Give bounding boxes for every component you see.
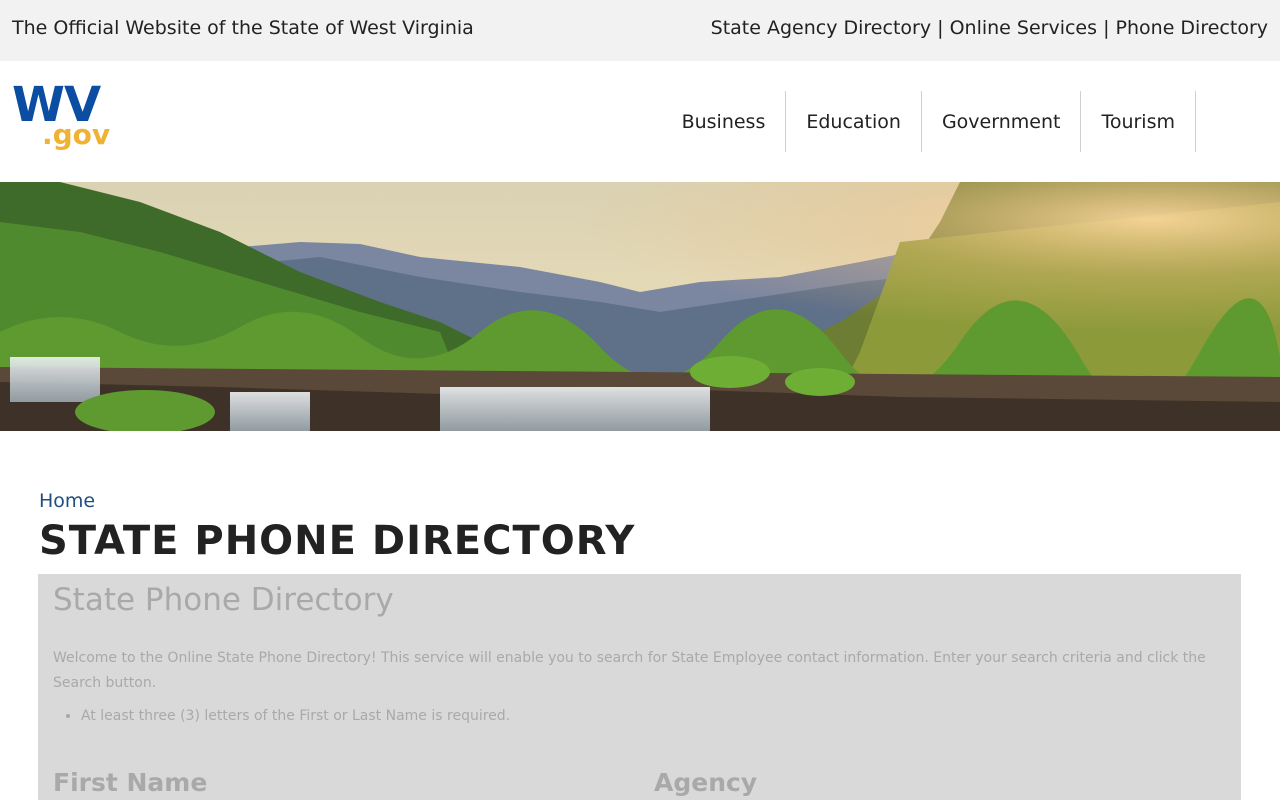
list-item: At least three (3) letters of the First … — [81, 704, 510, 728]
nav-item-tourism[interactable]: Tourism — [1081, 91, 1196, 152]
separator: | — [937, 17, 944, 39]
wv-gov-logo[interactable]: WV .gov — [12, 81, 112, 153]
nav-item-education[interactable]: Education — [786, 91, 922, 152]
panel-title: State Phone Directory — [53, 582, 394, 618]
online-services-link[interactable]: Online Services — [950, 17, 1097, 39]
panel-intro-text: Welcome to the Online State Phone Direct… — [53, 650, 1206, 691]
first-name-label: First Name — [53, 768, 208, 797]
utility-links: State Agency Directory | Online Services… — [711, 17, 1268, 39]
hero-landscape-image — [0, 182, 1280, 431]
separator: | — [1103, 17, 1110, 39]
state-agency-directory-link[interactable]: State Agency Directory — [711, 17, 931, 39]
page-title: STATE PHONE DIRECTORY — [39, 518, 636, 564]
requirements-list: At least three (3) letters of the First … — [81, 704, 510, 728]
breadcrumb-home-link[interactable]: Home — [39, 490, 95, 512]
nav-item-business[interactable]: Business — [662, 91, 787, 152]
top-utility-bar: The Official Website of the State of Wes… — [0, 0, 1280, 61]
main-navigation: Business Education Government Tourism — [662, 91, 1196, 152]
agency-label: Agency — [654, 768, 758, 797]
nav-item-government[interactable]: Government — [922, 91, 1082, 152]
phone-directory-link[interactable]: Phone Directory — [1116, 17, 1268, 39]
site-header: WV .gov Business Education Government To… — [0, 61, 1280, 182]
phone-directory-panel: State Phone Directory Welcome to the Onl… — [38, 574, 1241, 800]
logo-gov-text: .gov — [42, 118, 111, 151]
site-title: The Official Website of the State of Wes… — [12, 17, 474, 39]
